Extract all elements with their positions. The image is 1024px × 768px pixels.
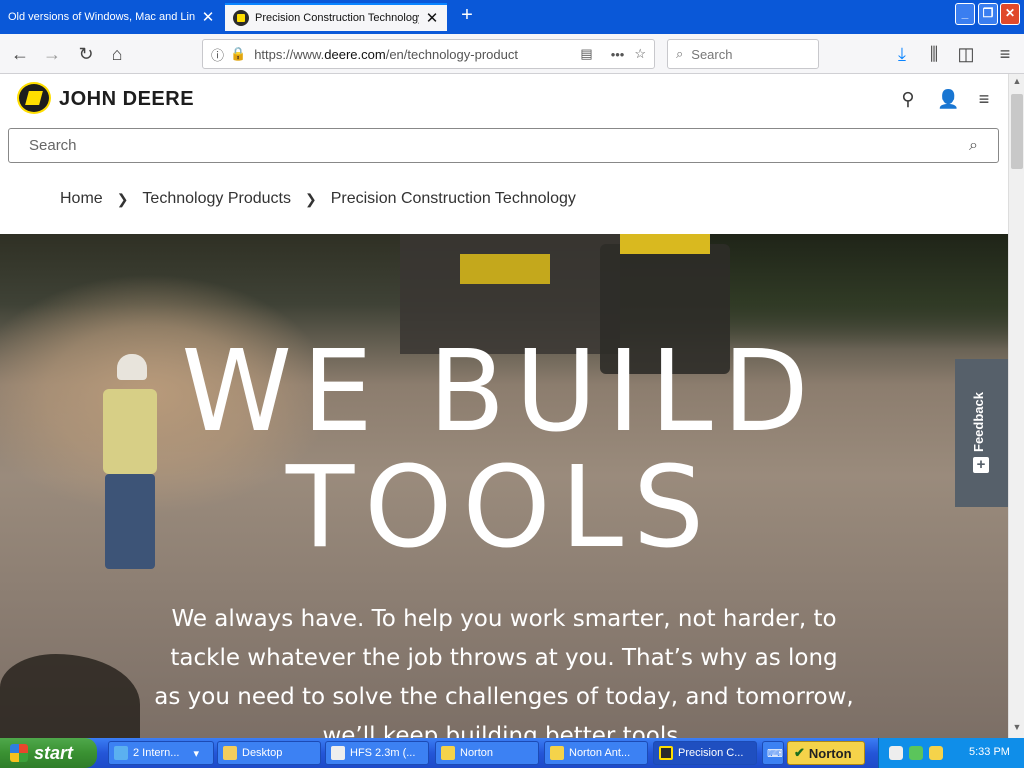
keyboard-icon[interactable]: ⌨ — [762, 741, 784, 765]
scroll-down-icon[interactable]: ▼ — [1011, 722, 1023, 736]
reader-view-icon[interactable]: ▤ — [580, 46, 592, 62]
task-desktop[interactable]: Desktop — [217, 741, 321, 765]
task-internet-explorer[interactable]: 2 Intern... ▾ — [108, 741, 214, 765]
clock: 5:33 PM — [969, 746, 1010, 758]
john-deere-logo-icon[interactable] — [17, 82, 51, 114]
norton-icon — [441, 746, 455, 760]
network-icon[interactable] — [909, 746, 923, 760]
start-button[interactable]: start — [0, 738, 97, 768]
menu-icon[interactable]: ≡ — [993, 42, 1017, 66]
task-label: Desktop — [242, 747, 283, 759]
library-icon[interactable]: ⫼ — [922, 42, 946, 66]
search-icon: ⌕ — [676, 46, 684, 61]
info-icon[interactable]: ⓘ — [211, 45, 224, 64]
scroll-thumb[interactable] — [1011, 94, 1023, 169]
url-domain: deere.com — [324, 46, 386, 62]
system-tray: 5:33 PM — [878, 738, 1024, 768]
hero-title-line-2: TOOLS — [285, 443, 715, 573]
task-label: Norton — [460, 747, 494, 759]
close-icon[interactable]: ✕ — [201, 8, 215, 26]
breadcrumb-technology-products[interactable]: Technology Products — [142, 190, 291, 208]
norton-tray-icon[interactable] — [929, 746, 943, 760]
reload-icon[interactable]: ↻ — [74, 42, 98, 66]
hero-title-line-1: WE BUILD — [181, 327, 819, 457]
hfs-icon — [331, 746, 345, 760]
home-icon[interactable]: ⌂ — [105, 42, 129, 66]
hero-title: WE BUILD TOOLS — [0, 334, 1000, 566]
task-label: Precision C... — [678, 747, 744, 759]
task-label: HFS 2.3m (... — [350, 747, 416, 759]
crusher-yellow-part — [460, 254, 550, 284]
hamburger-menu-icon[interactable]: ≡ — [973, 88, 995, 110]
page-actions-icon[interactable]: ••• — [611, 47, 625, 62]
chevron-right-icon: ❯ — [116, 190, 129, 207]
user-icon[interactable]: 👤 — [937, 88, 959, 110]
breadcrumb: Home ❯ Technology Products ❯ Precision C… — [60, 190, 576, 208]
norton-icon — [550, 746, 564, 760]
internet-explorer-icon — [114, 746, 128, 760]
chevron-down-icon: ▾ — [193, 747, 200, 760]
page-content: JOHN DEERE ⚲ 👤 ≡ ⌕ Home ❯ Technology Pro… — [0, 74, 1008, 738]
hero-banner: WE BUILD TOOLS We always have. To help y… — [0, 234, 1008, 738]
minimize-button[interactable]: _ — [955, 3, 975, 25]
plus-icon: + — [973, 457, 989, 473]
download-icon[interactable]: ⤓ — [890, 42, 914, 66]
task-label: 2 Intern... — [133, 747, 180, 759]
close-icon[interactable]: ✕ — [425, 9, 439, 27]
deere-favicon-icon — [659, 746, 673, 760]
tab-title: Precision Construction Technology — [255, 12, 419, 24]
maximize-button[interactable]: ❐ — [978, 3, 998, 25]
scroll-up-icon[interactable]: ▲ — [1011, 76, 1023, 90]
browser-search-bar[interactable]: ⌕ Search — [667, 39, 819, 69]
browser-nav-bar: ← → ↻ ⌂ ⓘ 🔒 https://www.deere.com/en/tec… — [0, 34, 1024, 74]
deere-favicon-icon — [233, 10, 249, 26]
lock-icon[interactable]: 🔒 — [230, 46, 246, 62]
task-norton[interactable]: Norton — [435, 741, 539, 765]
vertical-scrollbar[interactable]: ▲ ▼ — [1008, 74, 1024, 738]
site-search-box[interactable]: ⌕ — [8, 128, 999, 163]
norton-toolbar[interactable]: ✔ Norton — [787, 741, 865, 765]
hero-body-text: We always have. To help you work smarter… — [154, 606, 854, 738]
sidebar-icon[interactable]: ◫ — [954, 42, 978, 66]
tab-old-versions[interactable]: Old versions of Windows, Mac and Linu ✕ — [0, 3, 223, 31]
url-path: /en/technology-product — [385, 46, 518, 62]
task-hfs[interactable]: HFS 2.3m (... — [325, 741, 429, 765]
folder-icon — [223, 746, 237, 760]
start-label: start — [34, 742, 74, 763]
task-norton-antivirus[interactable]: Norton Ant... — [544, 741, 648, 765]
browser-tab-bar: Old versions of Windows, Mac and Linu ✕ … — [0, 0, 1024, 34]
breadcrumb-current-page: Precision Construction Technology — [330, 190, 576, 207]
feedback-label: Feedback — [971, 392, 986, 452]
task-precision-construction[interactable]: Precision C... — [653, 741, 757, 765]
windows-taskbar: start 2 Intern... ▾ Desktop HFS 2.3m (..… — [0, 738, 1024, 768]
wheel-loader-arm — [620, 234, 710, 254]
url-text[interactable]: https://www.deere.com/en/technology-prod… — [254, 47, 570, 62]
hfs-tray-icon[interactable] — [889, 746, 903, 760]
location-pin-icon[interactable]: ⚲ — [897, 88, 919, 110]
search-icon[interactable]: ⌕ — [969, 137, 978, 155]
task-label: Norton Ant... — [569, 747, 631, 759]
tab-precision-construction[interactable]: Precision Construction Technology ✕ — [225, 3, 447, 31]
url-bar[interactable]: ⓘ 🔒 https://www.deere.com/en/technology-… — [202, 39, 655, 69]
foreground-shadow — [0, 654, 140, 738]
tab-title: Old versions of Windows, Mac and Linu — [8, 11, 195, 23]
new-tab-button[interactable]: + — [456, 5, 478, 27]
url-prefix: https://www. — [254, 46, 325, 62]
feedback-button[interactable]: Feedback + — [955, 359, 1008, 507]
browser-search-placeholder: Search — [691, 46, 733, 62]
forward-icon[interactable]: → — [40, 42, 64, 66]
windows-flag-icon — [10, 744, 28, 762]
brand-name[interactable]: JOHN DEERE — [59, 88, 194, 111]
norton-check-icon: ✔ — [794, 745, 805, 760]
close-window-button[interactable]: ✕ — [1000, 3, 1020, 25]
site-header: JOHN DEERE ⚲ 👤 ≡ — [0, 74, 1008, 124]
bookmark-star-icon[interactable]: ☆ — [634, 46, 646, 62]
breadcrumb-home[interactable]: Home — [60, 190, 103, 208]
back-icon[interactable]: ← — [8, 42, 32, 66]
norton-toolbar-label: Norton — [808, 745, 852, 761]
site-search-input[interactable] — [29, 137, 970, 154]
chevron-right-icon: ❯ — [304, 190, 317, 207]
